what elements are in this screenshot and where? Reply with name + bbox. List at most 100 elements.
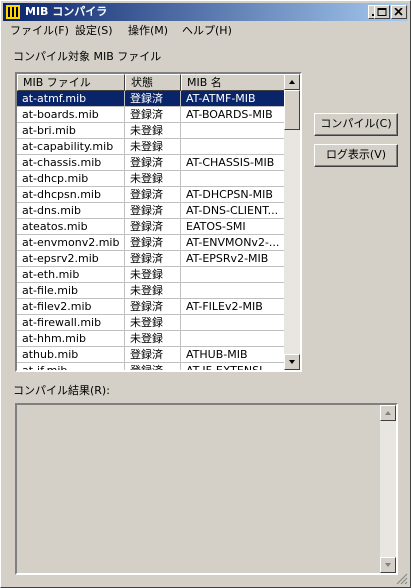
mib-name-cell: AT-ATMF-MIB [181,91,285,106]
compile-result-textarea[interactable] [15,403,398,575]
mib-file-cell: at-bri.mib [17,123,125,138]
status-cell: 未登録 [125,171,181,186]
table-row[interactable]: at-file.mib 未登録 [17,283,285,299]
mib-name-cell: AT-IF-EXTENSI... [181,363,285,370]
table-row[interactable]: at-dns.mib 登録済 AT-DNS-CLIENT... [17,203,285,219]
mib-file-cell: at-hhm.mib [17,331,125,346]
status-cell: 登録済 [125,251,181,266]
mib-file-cell: at-dns.mib [17,203,125,218]
status-cell: 登録済 [125,187,181,202]
status-cell: 登録済 [125,203,181,218]
list-vertical-scrollbar[interactable] [284,74,300,370]
mib-name-cell: AT-ENVMONv2-... [181,235,285,250]
table-row[interactable]: athub.mib 登録済 ATHUB-MIB [17,347,285,363]
table-row[interactable]: at-atmf.mib 登録済 AT-ATMF-MIB [17,91,285,107]
table-row[interactable]: at-if.mib 登録済 AT-IF-EXTENSI... [17,363,285,370]
status-cell: 登録済 [125,91,181,106]
status-cell: 登録済 [125,155,181,170]
close-icon [394,8,403,16]
table-row[interactable]: at-eth.mib 未登録 [17,267,285,283]
status-cell: 登録済 [125,363,181,370]
title-bar[interactable]: MIB コンパイラ [3,3,408,21]
table-row[interactable]: at-envmonv2.mib 登録済 AT-ENVMONv2-... [17,235,285,251]
status-cell: 登録済 [125,235,181,250]
scroll-down-button[interactable] [284,354,300,370]
mib-file-cell: at-file.mib [17,283,125,298]
table-row[interactable]: at-dhcp.mib 未登録 [17,171,285,187]
window-title: MIB コンパイラ [25,5,108,18]
table-row[interactable]: at-epsrv2.mib 登録済 AT-EPSRv2-MIB [17,251,285,267]
mib-file-cell: at-dhcpsn.mib [17,187,125,202]
mib-name-cell [181,315,285,330]
mib-name-cell: AT-DNS-CLIENT... [181,203,285,218]
table-row[interactable]: at-dhcpsn.mib 登録済 AT-DHCPSN-MIB [17,187,285,203]
mib-file-cell: at-boards.mib [17,107,125,122]
mib-name-cell: ATHUB-MIB [181,347,285,362]
mib-name-cell: AT-DHCPSN-MIB [181,187,285,202]
mib-name-cell [181,139,285,154]
column-header-name[interactable]: MIB 名 [181,74,285,91]
app-icon [6,5,20,19]
status-cell: 未登録 [125,331,181,346]
table-row[interactable]: at-capability.mib 未登録 [17,139,285,155]
result-scroll-down-button[interactable] [380,557,396,573]
status-cell: 登録済 [125,219,181,234]
mib-file-cell: at-chassis.mib [17,155,125,170]
status-cell: 登録済 [125,299,181,314]
mib-name-cell [181,283,285,298]
status-cell: 未登録 [125,315,181,330]
list-header: MIB ファイル 状態 MIB 名 [17,74,285,91]
scroll-thumb[interactable] [284,90,300,130]
mib-file-cell: at-dhcp.mib [17,171,125,186]
mib-file-cell: at-if.mib [17,363,125,370]
mib-file-list[interactable]: MIB ファイル 状態 MIB 名 at-atmf.mib 登録済 AT-ATMF-… [15,72,302,372]
mib-name-cell [181,331,285,346]
show-log-button[interactable]: ログ表示(V) [314,144,398,167]
table-row[interactable]: at-bri.mib 未登録 [17,123,285,139]
main-window: MIB コンパイラ ファイル(F) 設定(S) 操作(M) ヘルプ(H) コンパ… [0,0,411,588]
table-row[interactable]: at-hhm.mib 未登録 [17,331,285,347]
status-cell: 登録済 [125,107,181,122]
mib-file-cell: at-atmf.mib [17,91,125,106]
mib-file-cell: athub.mib [17,347,125,362]
menu-bar: ファイル(F) 設定(S) 操作(M) ヘルプ(H) [3,22,408,40]
mib-file-cell: at-firewall.mib [17,315,125,330]
mib-file-cell: at-capability.mib [17,139,125,154]
column-header-status[interactable]: 状態 [125,74,181,91]
menu-operation[interactable]: 操作(M) [128,24,168,38]
status-cell: 未登録 [125,139,181,154]
table-row[interactable]: at-firewall.mib 未登録 [17,315,285,331]
result-scroll-up-button[interactable] [380,405,396,421]
menu-file[interactable]: ファイル(F) [10,24,69,38]
mib-name-cell: AT-FILEv2-MIB [181,299,285,314]
arrow-down-icon [289,360,295,364]
mib-file-cell: at-epsrv2.mib [17,251,125,266]
mib-file-cell: ateatos.mib [17,219,125,234]
scroll-up-button[interactable] [284,74,300,90]
list-body: at-atmf.mib 登録済 AT-ATMF-MIB at-boards.mib 登録… [17,91,285,370]
table-row[interactable]: at-filev2.mib 登録済 AT-FILEv2-MIB [17,299,285,315]
resize-grip-icon[interactable] [396,573,408,585]
maximize-button[interactable] [374,5,390,19]
status-cell: 未登録 [125,283,181,298]
target-files-label: コンパイル対象 MIB ファイル [13,50,162,63]
table-row[interactable]: at-boards.mib 登録済 AT-BOARDS-MIB [17,107,285,123]
close-button[interactable] [391,5,407,19]
table-row[interactable]: ateatos.mib 登録済 EATOS-SMI [17,219,285,235]
mib-name-cell [181,171,285,186]
arrow-down-icon [385,563,391,567]
result-vertical-scrollbar[interactable] [380,405,396,573]
mib-name-cell: EATOS-SMI [181,219,285,234]
mib-file-cell: at-envmonv2.mib [17,235,125,250]
menu-help[interactable]: ヘルプ(H) [182,24,232,38]
table-row[interactable]: at-chassis.mib 登録済 AT-CHASSIS-MIB [17,155,285,171]
maximize-icon [377,8,387,16]
menu-settings[interactable]: 設定(S) [75,24,113,38]
mib-name-cell: AT-CHASSIS-MIB [181,155,285,170]
status-cell: 未登録 [125,267,181,282]
status-cell: 登録済 [125,347,181,362]
compile-button[interactable]: コンパイル(C) [314,113,398,136]
mib-name-cell [181,123,285,138]
compile-result-label: コンパイル結果(R): [13,384,110,397]
column-header-file[interactable]: MIB ファイル [17,74,125,91]
